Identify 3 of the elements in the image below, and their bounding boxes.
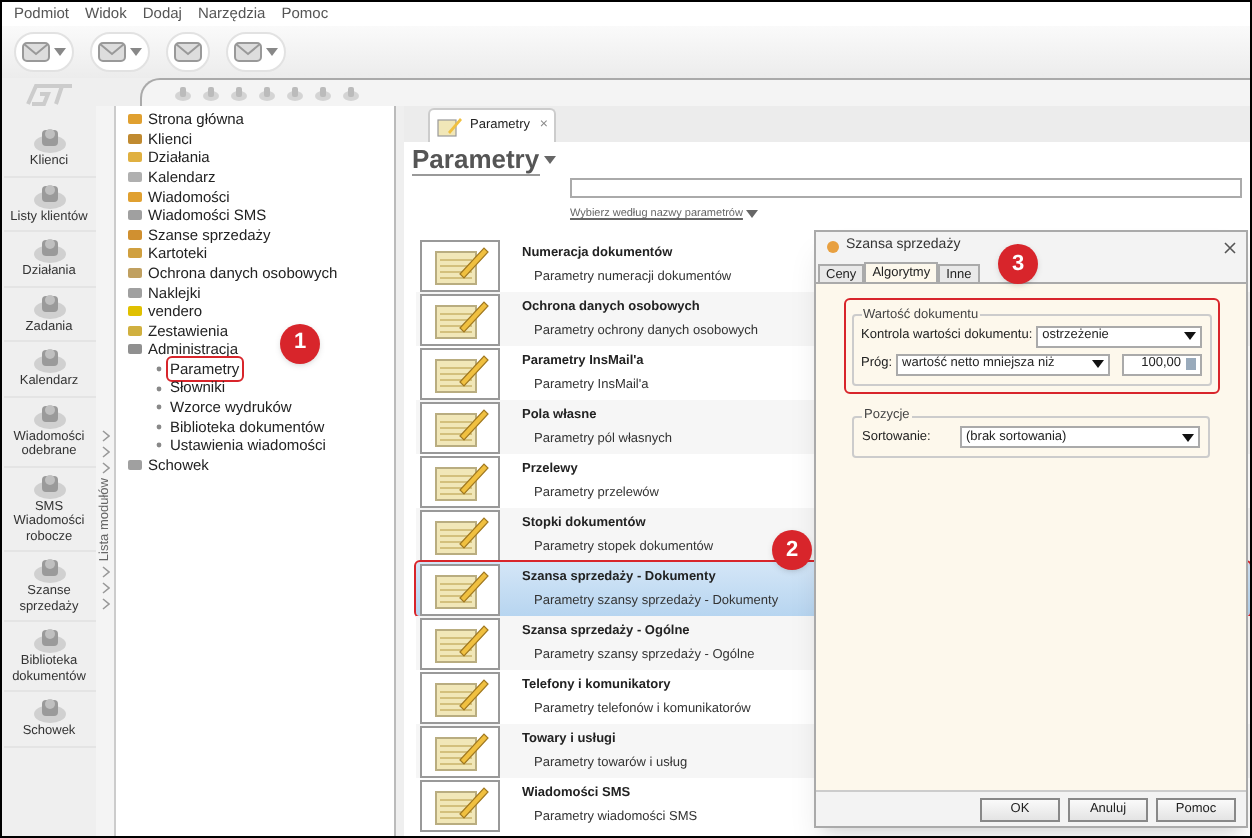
callout-badge: 3 [998, 244, 1038, 284]
callout-badge: 2 [772, 530, 812, 571]
callout-badge: 1 [280, 323, 320, 364]
